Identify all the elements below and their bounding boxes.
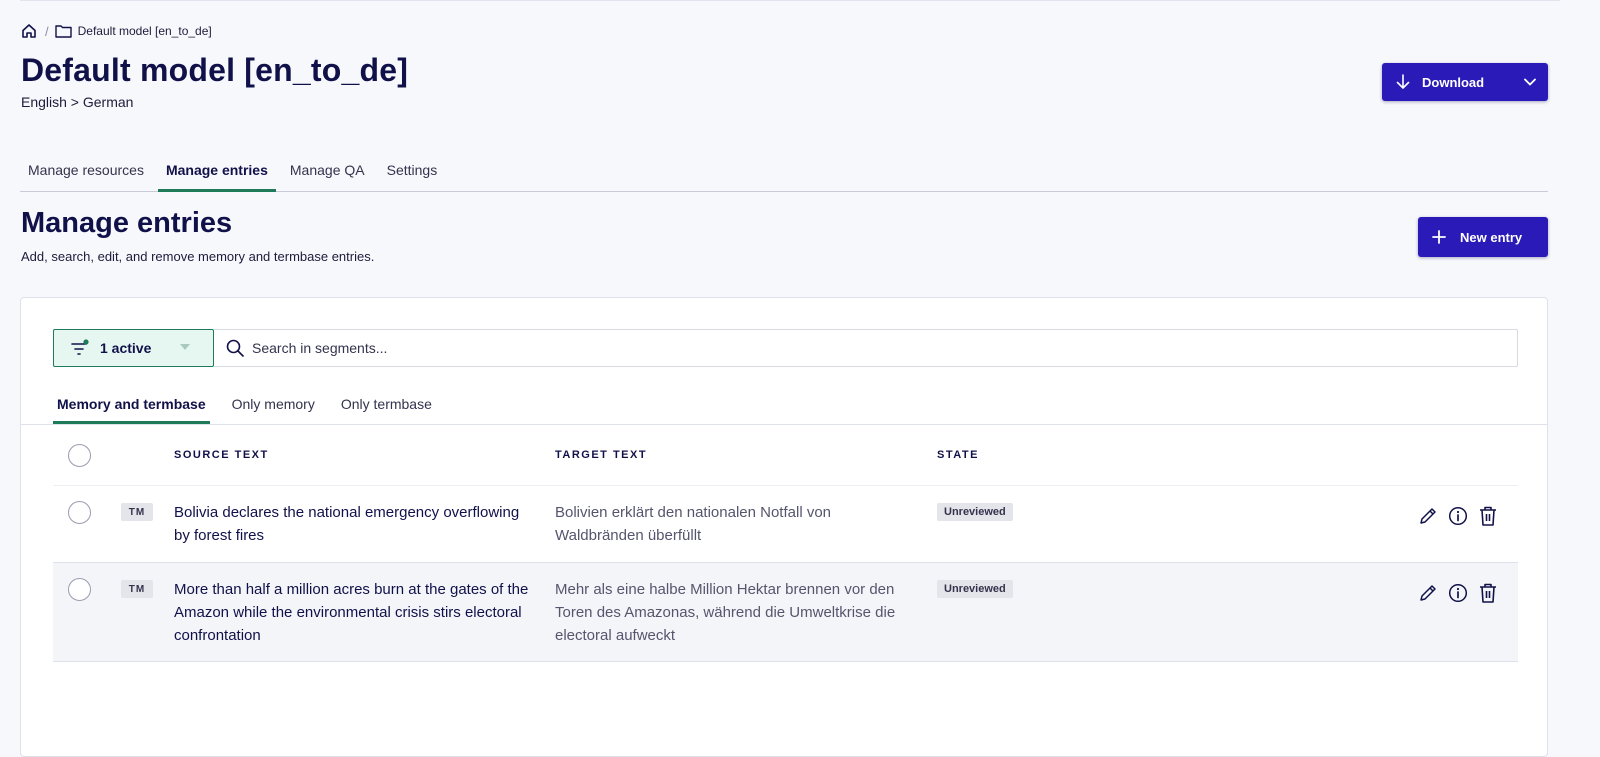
delete-button[interactable] xyxy=(1477,582,1499,604)
entries-card: 1 active Memory and termbase Only memory… xyxy=(20,297,1548,757)
target-text: Mehr als eine halbe Million Hektar brenn… xyxy=(555,581,896,644)
top-divider xyxy=(20,0,1560,1)
search-icon xyxy=(226,339,244,357)
table-row[interactable]: TM More than half a million acres burn a… xyxy=(53,563,1518,662)
tab-only-termbase[interactable]: Only termbase xyxy=(337,387,436,424)
info-button[interactable] xyxy=(1447,582,1469,604)
row-checkbox[interactable] xyxy=(68,578,91,601)
delete-button[interactable] xyxy=(1477,505,1499,527)
entry-type-badge: TM xyxy=(121,580,153,598)
trash-icon xyxy=(1480,506,1496,526)
table-header: SOURCE TEXT TARGET TEXT STATE xyxy=(53,426,1518,486)
breadcrumb-current[interactable]: Default model [en_to_de] xyxy=(78,24,212,38)
tab-settings[interactable]: Settings xyxy=(379,156,446,192)
info-button[interactable] xyxy=(1447,505,1469,527)
filter-icon xyxy=(71,339,89,355)
section-description: Add, search, edit, and remove memory and… xyxy=(21,249,375,264)
row-actions xyxy=(1417,505,1507,527)
entries-table: SOURCE TEXT TARGET TEXT STATE TM Bolivia… xyxy=(53,426,1518,662)
edit-button[interactable] xyxy=(1417,582,1439,604)
download-button[interactable]: Download xyxy=(1382,63,1512,101)
breadcrumb-separator: / xyxy=(45,23,49,39)
new-entry-button[interactable]: New entry xyxy=(1418,217,1548,257)
filter-button[interactable]: 1 active xyxy=(53,329,214,367)
tab-manage-qa[interactable]: Manage QA xyxy=(282,156,373,192)
chevron-down-icon xyxy=(180,344,190,350)
new-entry-label: New entry xyxy=(1460,229,1523,245)
status-badge: Unreviewed xyxy=(937,580,1013,598)
filter-label: 1 active xyxy=(100,340,152,356)
download-button-group: Download xyxy=(1382,63,1548,101)
main-tabs: Manage resources Manage entries Manage Q… xyxy=(20,156,1548,192)
tab-manage-resources[interactable]: Manage resources xyxy=(20,156,152,192)
row-checkbox[interactable] xyxy=(68,501,91,524)
column-header-state: STATE xyxy=(937,449,979,461)
source-text: Bolivia declares the national emergency … xyxy=(174,504,520,544)
entry-type-tabs: Memory and termbase Only memory Only ter… xyxy=(21,387,1547,425)
plus-icon xyxy=(1432,230,1446,244)
row-actions xyxy=(1417,582,1507,604)
language-pair: English > German xyxy=(21,94,134,110)
info-icon xyxy=(1448,506,1468,526)
section-title: Manage entries xyxy=(21,207,233,239)
column-header-source: SOURCE TEXT xyxy=(174,449,269,461)
search-field xyxy=(214,329,1518,367)
search-input[interactable] xyxy=(252,340,1452,356)
column-header-target: TARGET TEXT xyxy=(555,449,648,461)
source-text: More than half a million acres burn at t… xyxy=(174,581,529,644)
download-options-button[interactable] xyxy=(1512,63,1548,101)
info-icon xyxy=(1448,583,1468,603)
chevron-down-icon xyxy=(1524,78,1536,86)
home-icon[interactable] xyxy=(21,23,37,39)
tab-memory-and-termbase[interactable]: Memory and termbase xyxy=(53,387,210,424)
tab-manage-entries[interactable]: Manage entries xyxy=(157,156,276,192)
trash-icon xyxy=(1480,583,1496,603)
pencil-icon xyxy=(1420,508,1436,524)
table-row[interactable]: TM Bolivia declares the national emergen… xyxy=(53,486,1518,563)
edit-button[interactable] xyxy=(1417,505,1439,527)
page-title: Default model [en_to_de] xyxy=(21,52,409,88)
breadcrumb: / Default model [en_to_de] xyxy=(21,23,212,39)
entry-type-badge: TM xyxy=(121,503,153,521)
download-label: Download xyxy=(1422,74,1485,90)
pencil-icon xyxy=(1420,585,1436,601)
target-text: Bolivien erklärt den nationalen Notfall … xyxy=(555,504,831,544)
select-all-checkbox[interactable] xyxy=(68,444,91,467)
status-badge: Unreviewed xyxy=(937,503,1013,521)
folder-icon xyxy=(54,24,72,38)
arrow-down-icon xyxy=(1396,74,1410,89)
tab-only-memory[interactable]: Only memory xyxy=(228,387,319,424)
